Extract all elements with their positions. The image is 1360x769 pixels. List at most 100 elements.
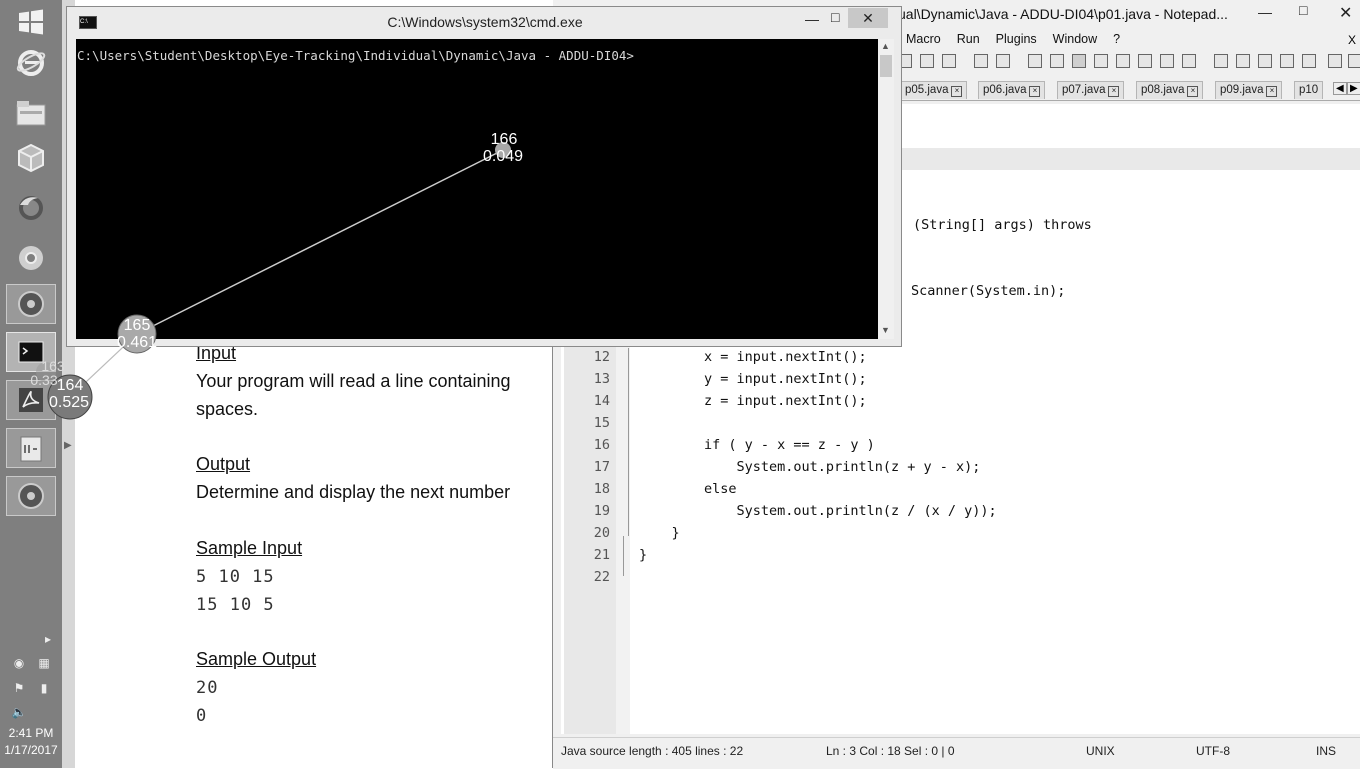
tab-close-icon[interactable]: × (1266, 86, 1278, 97)
notepad-title: ual\Dynamic\Java - ADDU-DI04\p01.java - … (898, 6, 1228, 22)
line-number: 22 (593, 569, 610, 585)
toolbar-save-macro-icon[interactable] (1302, 54, 1316, 68)
media-app-icon[interactable] (6, 284, 56, 324)
windows-start-icon[interactable] (6, 2, 56, 42)
fold-guide (623, 536, 624, 576)
virtualbox-icon[interactable] (6, 138, 56, 178)
toolbar-monitor-icon[interactable] (1182, 54, 1196, 68)
editor-app-icon[interactable] (6, 428, 56, 468)
code-partial-line: Scanner(System.in); (911, 283, 1066, 299)
toolbar-sync-v-icon[interactable] (974, 54, 988, 68)
tab-scroll-right-icon[interactable]: ▶ (1347, 82, 1360, 95)
cmd-close-button[interactable]: ✕ (848, 8, 888, 28)
tab-p07[interactable]: p07.java × (1057, 81, 1125, 99)
menu-item-help[interactable]: ? (1113, 32, 1120, 50)
menu-item-plugins[interactable]: Plugins (996, 32, 1037, 50)
cmd-maximize-button[interactable]: □ (831, 9, 839, 25)
tab-scroll-left-icon[interactable]: ◀ (1333, 82, 1347, 95)
tab-label: p05.java (905, 84, 949, 96)
scroll-thumb[interactable] (880, 55, 892, 77)
menu-item-window[interactable]: Window (1053, 32, 1097, 50)
menu-close-doc-button[interactable]: X (1348, 33, 1356, 47)
line-number: 17 (593, 459, 610, 475)
tray-sync-icon[interactable]: ◉ (11, 656, 27, 670)
tab-p10[interactable]: p10 (1294, 81, 1324, 99)
firefox-icon[interactable] (6, 188, 56, 228)
tab-close-icon[interactable]: × (1029, 86, 1041, 97)
cmd-console[interactable]: C:\Users\Student\Desktop\Eye-Tracking\In… (76, 39, 878, 339)
cmd-scrollbar[interactable]: ▲ ▼ (878, 39, 894, 339)
notepad-close-button[interactable]: ✕ (1339, 3, 1352, 23)
chrome-icon[interactable] (6, 238, 56, 278)
scroll-down-icon[interactable]: ▼ (881, 325, 890, 335)
tab-label: p10 (1299, 84, 1319, 96)
input-text-line-2: spaces. (196, 399, 259, 419)
file-explorer-icon[interactable] (6, 93, 56, 133)
problem-document: Input Your program will read a line cont… (75, 340, 553, 768)
menu-item-macro[interactable]: Macro (906, 32, 941, 50)
notepad-maximize-button[interactable]: □ (1299, 2, 1307, 18)
tab-close-icon[interactable]: × (1108, 86, 1120, 97)
code-line: if ( y - x == z - y ) (639, 437, 875, 453)
cmd-taskbar-icon[interactable] (6, 332, 56, 372)
toolbar-more-icon[interactable] (1348, 54, 1360, 68)
acrobat-icon[interactable] (6, 380, 56, 420)
code-line: z = input.nextInt(); (639, 393, 867, 409)
cmd-minimize-button[interactable]: — (805, 11, 819, 27)
menu-item-run[interactable]: Run (957, 32, 980, 50)
tray-expand-icon[interactable]: ▸ (40, 632, 56, 646)
line-number: 12 (593, 349, 610, 365)
tray-battery-icon[interactable]: ▮ (36, 681, 52, 695)
toolbar-record-icon[interactable] (1214, 54, 1228, 68)
media-app-2-icon[interactable] (6, 476, 56, 516)
toolbar-function-list-icon[interactable] (1138, 54, 1152, 68)
clock-time[interactable]: 2:41 PM (0, 726, 62, 740)
status-mode: INS (1316, 744, 1337, 758)
tray-volume-icon[interactable]: 🔈 (11, 705, 27, 719)
tab-p05[interactable]: p05.java × (900, 81, 968, 99)
toolbar-doc-map-icon[interactable] (1116, 54, 1130, 68)
toolbar-run-icon[interactable] (1328, 54, 1342, 68)
line-number: 15 (593, 415, 610, 431)
toolbar-udl-icon[interactable] (1094, 54, 1108, 68)
tab-close-icon[interactable]: × (951, 86, 963, 97)
toolbar-pilcrow-icon[interactable] (1050, 54, 1064, 68)
sample-input-line: 15 10 5 (196, 595, 275, 615)
tab-p06[interactable]: p06.java × (978, 81, 1046, 99)
line-number: 16 (593, 437, 610, 453)
fold-guide (628, 348, 629, 536)
internet-explorer-icon[interactable] (6, 42, 56, 82)
tray-flag-icon[interactable]: ⚑ (11, 681, 27, 695)
output-heading: Output (196, 454, 251, 474)
toolbar-zoom-out-icon[interactable] (942, 54, 956, 68)
toolbar-play-multiple-icon[interactable] (1280, 54, 1294, 68)
line-number: 21 (593, 547, 610, 563)
cmd-window: C:\ C:\Windows\system32\cmd.exe — □ ✕ C:… (66, 6, 902, 347)
toolbar-folder-icon[interactable] (1160, 54, 1174, 68)
code-line: System.out.println(z / (x / y)); (639, 503, 997, 519)
notepad-minimize-button[interactable]: — (1258, 4, 1272, 20)
clock-date[interactable]: 1/17/2017 (0, 743, 62, 757)
tab-p08[interactable]: p08.java × (1136, 81, 1204, 99)
line-number: 13 (593, 371, 610, 387)
tab-label: p06.java (983, 84, 1027, 96)
scroll-up-icon[interactable]: ▲ (881, 41, 890, 51)
toolbar-zoom-in-icon[interactable] (920, 54, 934, 68)
toolbar-wrap-icon[interactable] (1028, 54, 1042, 68)
tab-p09[interactable]: p09.java × (1215, 81, 1283, 99)
tray-network-icon[interactable]: ▦ (36, 656, 52, 670)
tab-close-icon[interactable]: × (1187, 86, 1199, 97)
toolbar-stop-icon[interactable] (1236, 54, 1250, 68)
notepad-status-bar: Java source length : 405 lines : 22 Ln :… (553, 737, 1360, 769)
expand-arrow-icon[interactable]: ▶ (64, 440, 72, 451)
code-partial-line: (String[] args) throws (913, 217, 1092, 233)
taskbar: ▸ ◉ ▦ ⚑ ▮ 🔈 2:41 PM 1/17/2017 (0, 0, 62, 768)
cmd-title: C:\Windows\system32\cmd.exe (387, 14, 583, 30)
toolbar-sync-h-icon[interactable] (996, 54, 1010, 68)
line-number: 19 (593, 503, 610, 519)
status-file-info: Java source length : 405 lines : 22 (561, 744, 744, 758)
toolbar-indent-guide-icon[interactable] (1072, 54, 1086, 68)
toolbar-play-icon[interactable] (1258, 54, 1272, 68)
code-line: } (639, 547, 648, 563)
line-number: 18 (593, 481, 610, 497)
